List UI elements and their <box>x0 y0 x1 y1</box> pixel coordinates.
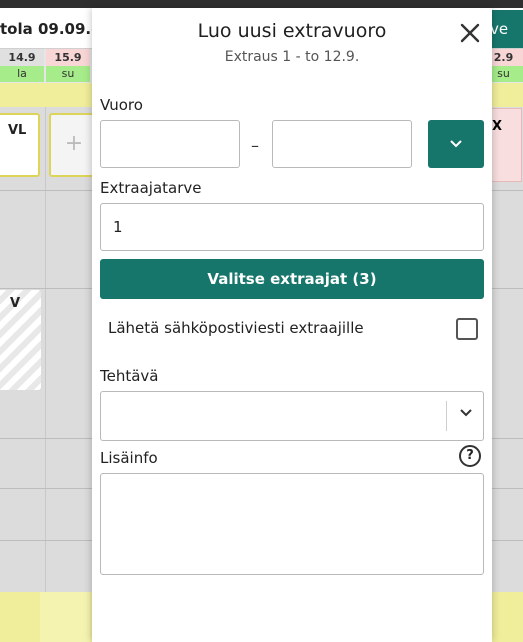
info-label: Lisäinfo <box>100 449 158 467</box>
chevron-down-icon <box>460 409 472 417</box>
schedule-title: tola 09.09.– <box>0 20 99 38</box>
shift-preset-dropdown[interactable] <box>428 120 484 168</box>
task-label: Tehtävä <box>100 367 159 385</box>
highlight-cell <box>40 592 90 642</box>
create-extra-shift-modal: Luo uusi extravuoro Extraus 1 - to 12.9.… <box>92 8 492 642</box>
date-cell: 15.9 <box>46 49 90 66</box>
shift-code: V <box>10 296 21 311</box>
shift-end-input[interactable] <box>272 120 412 168</box>
shift-code: X <box>492 119 503 134</box>
info-textarea[interactable] <box>100 473 484 575</box>
day-cell: su <box>46 66 90 82</box>
select-extras-button[interactable]: Valitse extraajat (3) <box>100 259 484 299</box>
shift-tile-v[interactable]: V <box>0 290 41 390</box>
grid-column-line <box>45 107 46 592</box>
email-label: Lähetä sähköpostiviesti extraajille <box>108 319 364 337</box>
date-cell: 14.9 <box>0 49 44 66</box>
task-select[interactable] <box>100 391 484 441</box>
modal-subtitle: Extraus 1 - to 12.9. <box>224 49 360 65</box>
day-cell: la <box>0 66 44 82</box>
shift-start-input[interactable] <box>100 120 240 168</box>
shift-code: VL <box>8 123 27 138</box>
need-label: Extraajatarve <box>100 179 202 197</box>
top-bar <box>0 0 523 8</box>
close-icon[interactable] <box>459 22 481 44</box>
chevron-down-icon <box>450 140 462 148</box>
select-separator <box>446 401 447 431</box>
extra-need-input[interactable] <box>100 203 484 251</box>
help-icon[interactable]: ? <box>459 445 481 467</box>
shift-tile-vl[interactable]: VL <box>0 113 40 177</box>
modal-title: Luo uusi extravuoro <box>197 20 387 42</box>
email-checkbox[interactable] <box>456 318 478 340</box>
shift-separator: – <box>251 136 259 155</box>
shift-label: Vuoro <box>100 96 143 114</box>
